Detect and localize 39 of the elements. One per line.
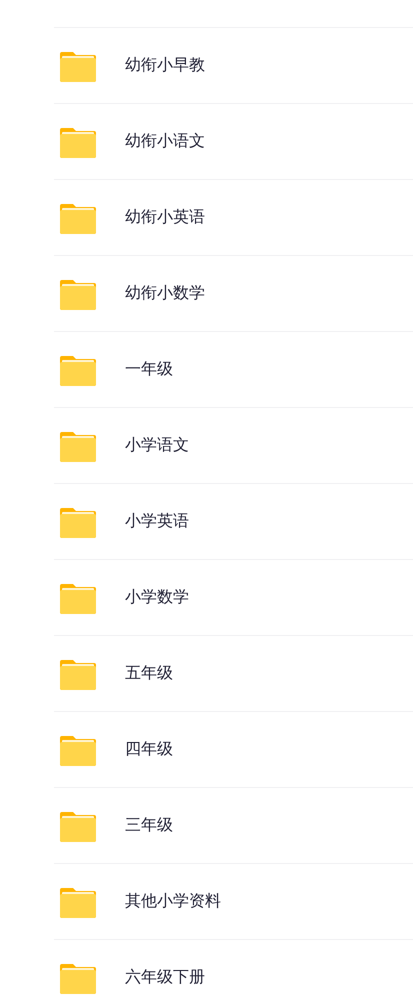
folder-icon — [60, 354, 96, 386]
folder-row[interactable]: 其他小学资料 — [54, 864, 413, 939]
folder-icon — [60, 734, 96, 766]
folder-icon — [60, 810, 96, 842]
folder-icon — [60, 202, 96, 234]
folder-name: 其他小学资料 — [125, 891, 221, 912]
folder-row[interactable]: 小学数学 — [54, 560, 413, 635]
folder-name: 小学语文 — [125, 435, 189, 456]
folder-row[interactable]: 三年级 — [54, 788, 413, 863]
folder-icon — [60, 658, 96, 690]
folder-name: 幼衔小早教 — [125, 55, 205, 76]
folder-name: 一年级 — [125, 359, 173, 380]
folder-row[interactable]: 小学语文 — [54, 408, 413, 483]
folder-row[interactable]: 一年级 — [54, 332, 413, 407]
folder-icon — [60, 506, 96, 538]
folder-icon — [60, 582, 96, 614]
folder-icon — [60, 126, 96, 158]
folder-name: 三年级 — [125, 815, 173, 836]
folder-row[interactable]: 幼衔小语文 — [54, 104, 413, 179]
folder-icon — [60, 886, 96, 918]
folder-icon — [60, 50, 96, 82]
folder-name: 六年级下册 — [125, 967, 205, 988]
folder-name: 幼衔小数学 — [125, 283, 205, 304]
folder-name: 小学英语 — [125, 511, 189, 532]
folder-icon — [60, 430, 96, 462]
folder-row[interactable]: 幼衔小英语 — [54, 180, 413, 255]
folder-name: 幼衔小英语 — [125, 207, 205, 228]
folder-row[interactable]: 六年级下册 — [54, 940, 413, 999]
folder-icon — [60, 962, 96, 994]
folder-name: 幼衔小语文 — [125, 131, 205, 152]
folder-name: 五年级 — [125, 663, 173, 684]
folder-row[interactable]: 四年级 — [54, 712, 413, 787]
folder-row[interactable]: 幼衔小数学 — [54, 256, 413, 331]
folder-row[interactable]: 幼衔小早教 — [54, 28, 413, 103]
folder-name: 小学数学 — [125, 587, 189, 608]
folder-row[interactable]: 小学英语 — [54, 484, 413, 559]
folder-icon — [60, 278, 96, 310]
folder-row[interactable]: 五年级 — [54, 636, 413, 711]
folder-name: 四年级 — [125, 739, 173, 760]
